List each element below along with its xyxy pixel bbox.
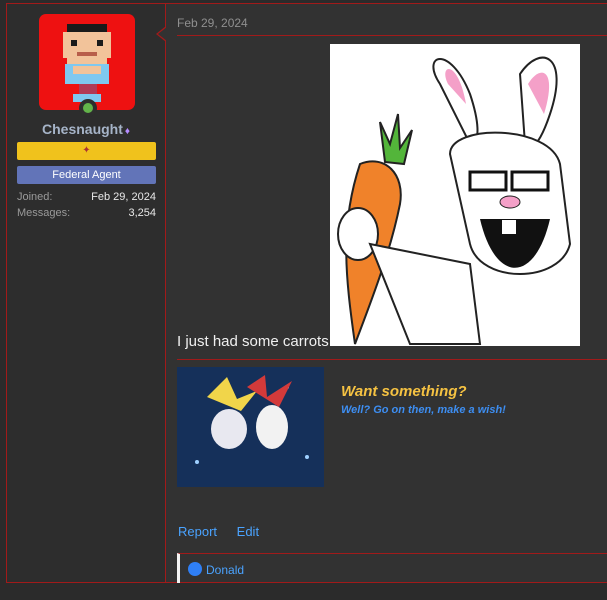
messages-value: 3,254 [128, 207, 156, 219]
post-actions: Report Edit [178, 524, 275, 539]
reaction-user-link[interactable]: Donald [206, 563, 244, 577]
signature-headline: Want something? [341, 383, 467, 400]
signature-image [177, 367, 324, 487]
signature-divider [177, 359, 607, 360]
avatar-pixel-art [63, 24, 111, 102]
username-text[interactable]: Chesnaught [42, 121, 123, 137]
jirachi-victini-artwork [177, 367, 324, 487]
user-banner-icon: ✦ [17, 142, 156, 160]
header-divider [177, 35, 607, 36]
avatar[interactable] [39, 14, 135, 110]
signature-subline: Well? Go on then, make a wish! [341, 404, 506, 416]
post-message: I just had some carrots [177, 333, 329, 350]
report-link[interactable]: Report [178, 524, 217, 539]
joined-value: Feb 29, 2024 [91, 191, 156, 203]
reactions-bar[interactable]: Donald [177, 553, 607, 583]
like-reaction-icon [188, 562, 202, 576]
gem-icon: ♦ [124, 126, 130, 137]
post-date[interactable]: Feb 29, 2024 [177, 16, 248, 30]
username[interactable]: Chesnaught ♦ [0, 121, 172, 137]
user-title-banner: Federal Agent [17, 166, 156, 184]
post-image[interactable] [330, 44, 580, 346]
messages-label: Messages: [17, 207, 71, 219]
bunny-carrot-meme-image [337, 56, 572, 345]
joined-label: Joined: [17, 191, 53, 203]
online-status-icon [79, 99, 97, 117]
joined-row: Joined: Feb 29, 2024 [17, 191, 156, 207]
edit-link[interactable]: Edit [237, 524, 259, 539]
user-stats: Joined: Feb 29, 2024 Messages: 3,254 [17, 191, 156, 223]
messages-row: Messages: 3,254 [17, 207, 156, 223]
message-arrow-inner [158, 27, 167, 41]
